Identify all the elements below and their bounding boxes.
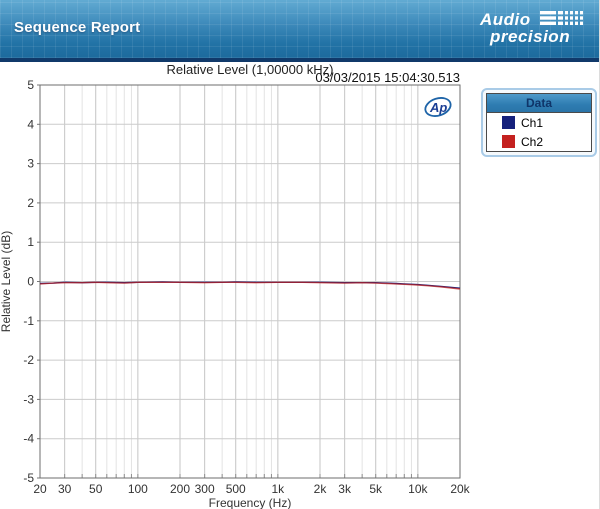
logo-bars-icon: [540, 11, 583, 25]
series-line-ch2: [39, 281, 461, 290]
svg-text:Frequency (Hz): Frequency (Hz): [209, 496, 292, 509]
legend-box: Data Ch1 Ch2: [486, 93, 592, 152]
svg-text:50: 50: [89, 482, 103, 496]
legend-item-ch2[interactable]: Ch2: [487, 132, 591, 151]
svg-text:300: 300: [195, 482, 215, 496]
svg-text:100: 100: [128, 482, 148, 496]
sequence-report-window: Sequence Report Audio precision Relative…: [0, 0, 600, 509]
svg-text:5: 5: [27, 78, 34, 92]
svg-text:30: 30: [58, 482, 72, 496]
svg-text:-2: -2: [23, 353, 34, 367]
svg-text:200: 200: [170, 482, 190, 496]
legend-swatch-icon: [502, 135, 515, 148]
svg-text:20k: 20k: [450, 482, 470, 496]
svg-text:2k: 2k: [314, 482, 328, 496]
svg-text:20: 20: [33, 482, 47, 496]
legend-panel: Data Ch1 Ch2: [481, 88, 597, 157]
svg-text:-4: -4: [23, 432, 34, 446]
legend-header: Data: [487, 94, 591, 113]
page-title: Sequence Report: [14, 19, 141, 36]
svg-text:4: 4: [27, 117, 34, 131]
svg-text:10k: 10k: [408, 482, 428, 496]
svg-text:3: 3: [27, 157, 34, 171]
svg-text:3k: 3k: [338, 482, 352, 496]
svg-text:1k: 1k: [272, 482, 286, 496]
svg-text:-1: -1: [23, 314, 34, 328]
svg-text:Ap: Ap: [429, 100, 447, 115]
svg-text:2: 2: [27, 196, 34, 210]
legend-item-label: Ch1: [521, 115, 544, 130]
audio-precision-logo: Audio precision: [474, 8, 586, 48]
svg-text:-3: -3: [23, 392, 34, 406]
svg-text:5k: 5k: [369, 482, 383, 496]
legend-item-label: Ch2: [521, 134, 544, 149]
svg-text:0: 0: [27, 275, 34, 289]
legend-swatch-icon: [502, 116, 515, 129]
header-banner: Sequence Report Audio precision: [0, 0, 599, 62]
svg-text:500: 500: [226, 482, 246, 496]
svg-text:Relative Level (dB): Relative Level (dB): [0, 231, 13, 332]
frequency-response-plot: 543210-1-2-3-4-5Relative Level (dB)20 30 5…: [0, 78, 471, 509]
svg-text:1: 1: [27, 235, 34, 249]
logo-text-precision: precision: [490, 27, 571, 46]
legend-item-ch1[interactable]: Ch1: [487, 113, 591, 132]
